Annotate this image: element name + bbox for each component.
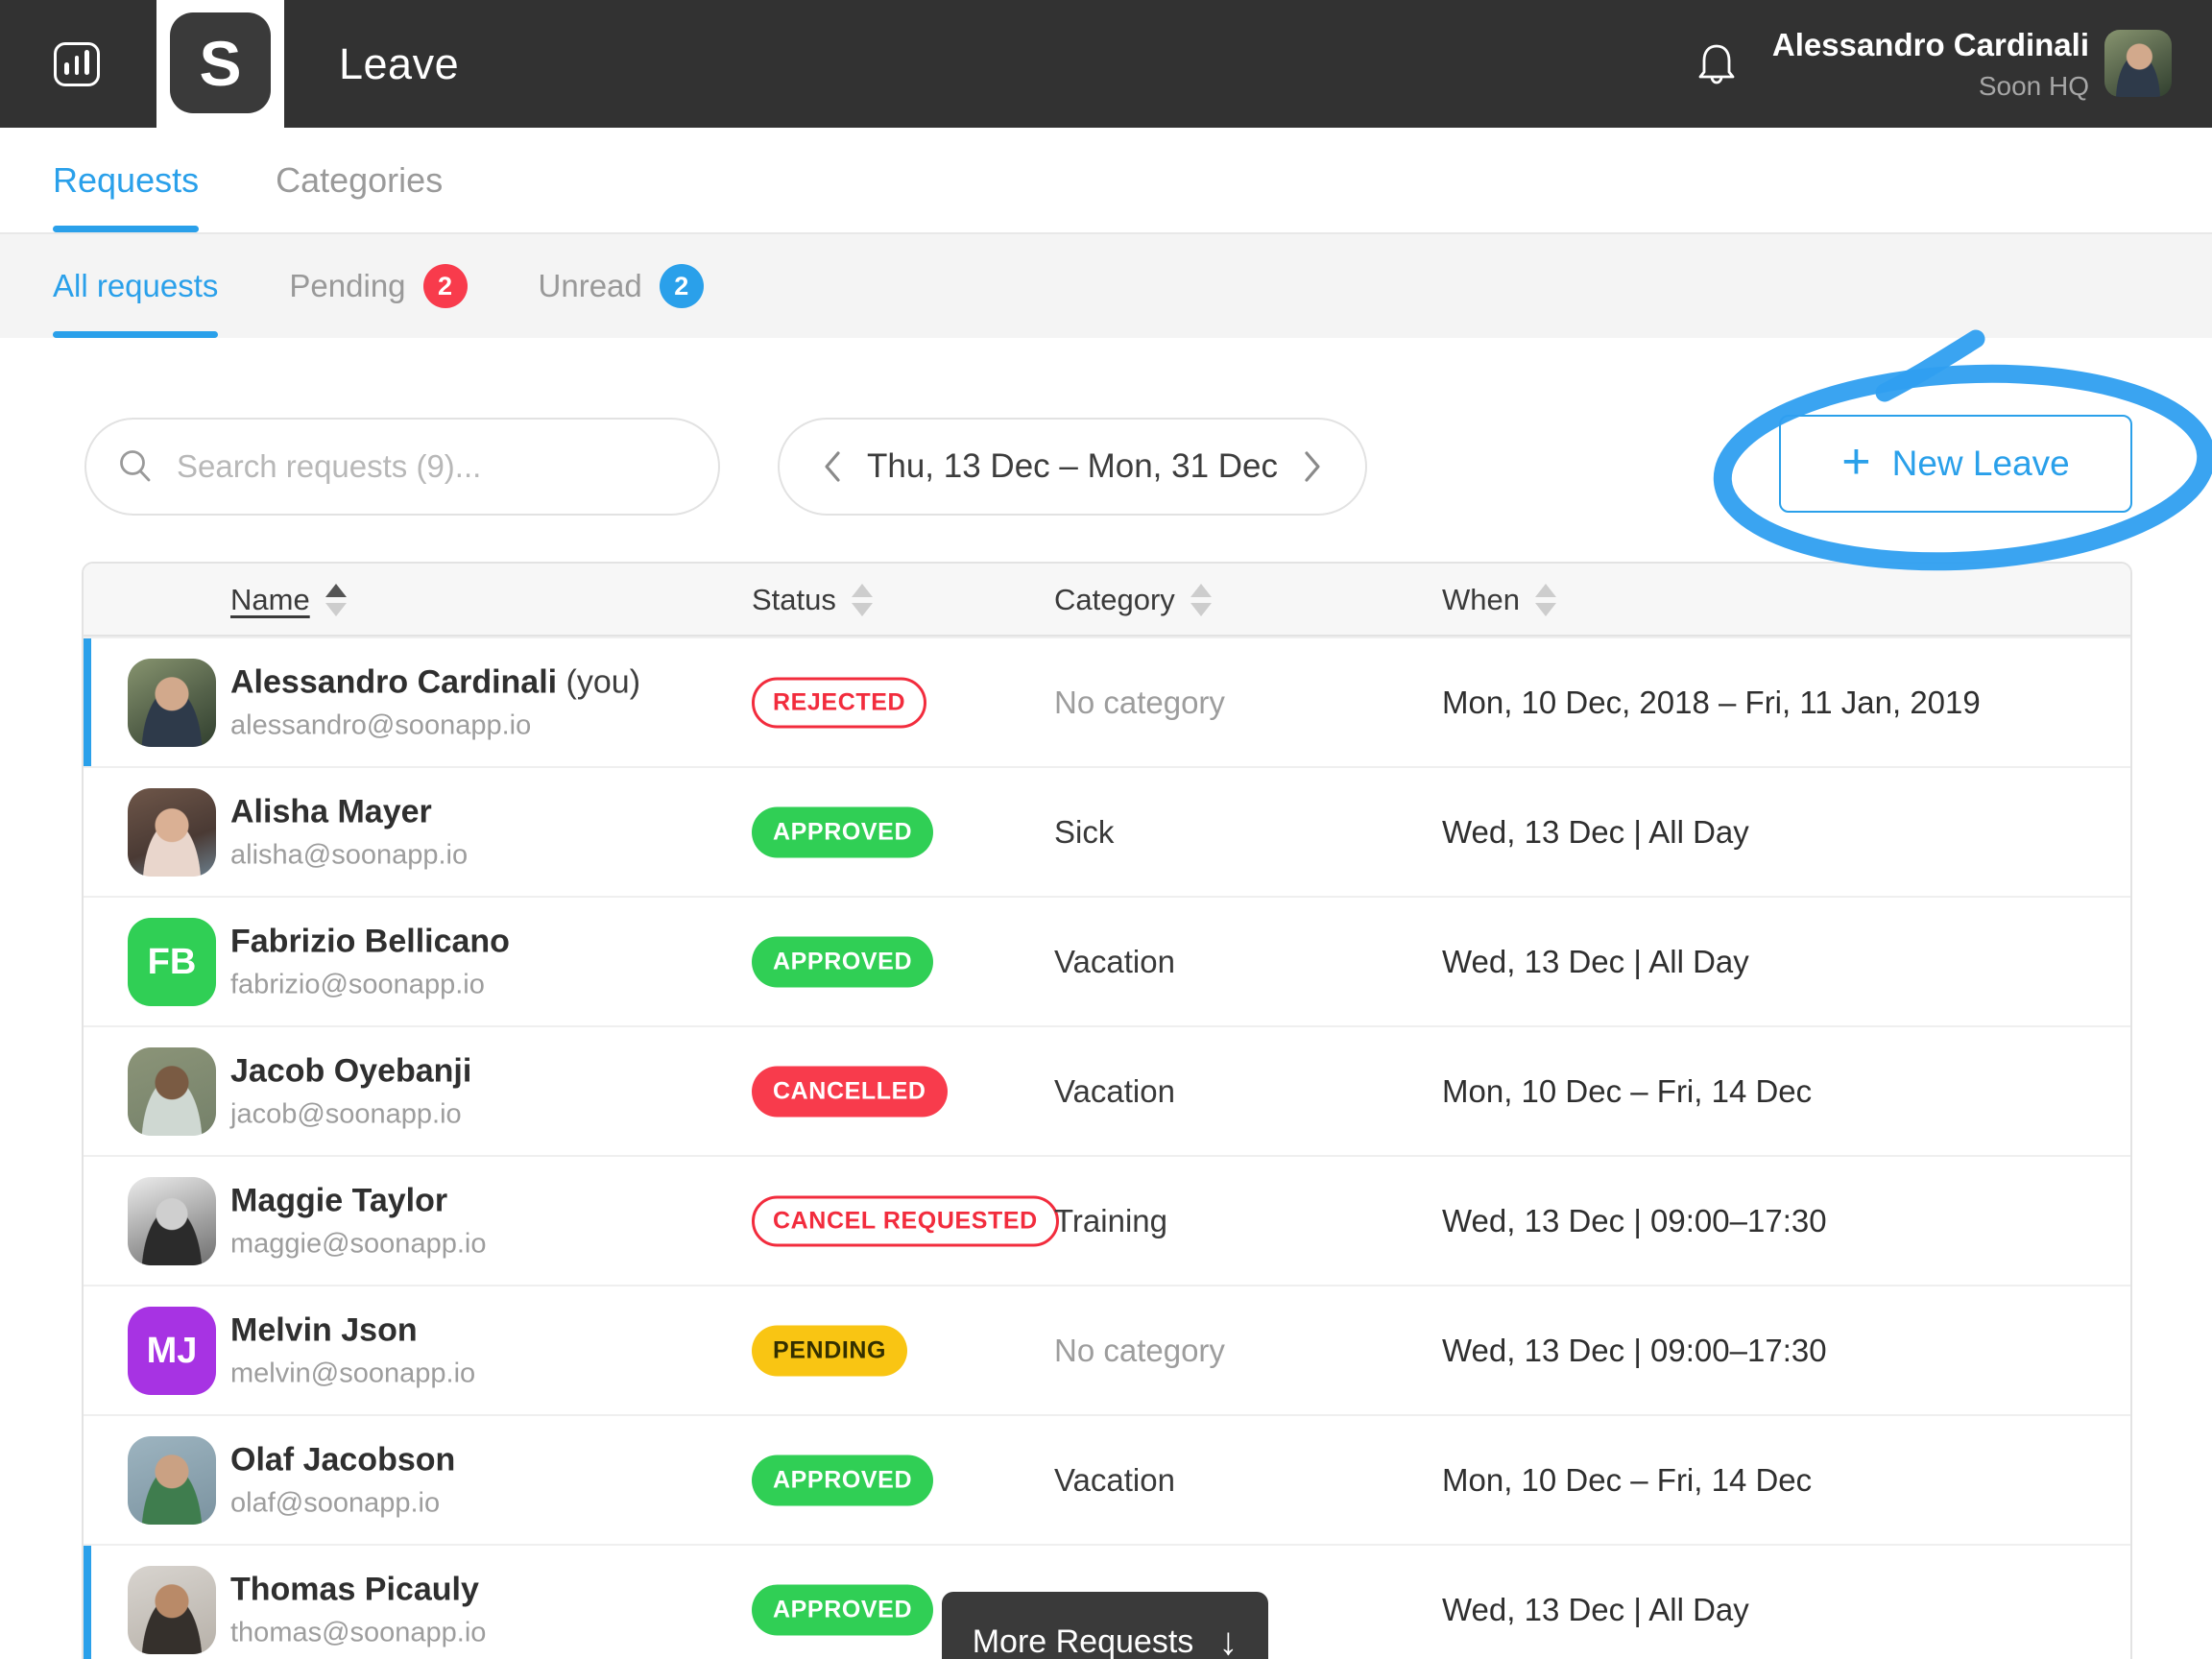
category-cell: Vacation [1054, 944, 1175, 980]
column-header-name[interactable]: Name [230, 564, 347, 637]
user-avatar[interactable] [2104, 30, 2172, 97]
when-cell: Wed, 13 Dec | All Day [1442, 944, 1749, 980]
avatar [128, 659, 216, 747]
when-cell: Mon, 10 Dec – Fri, 14 Dec [1442, 1073, 1812, 1110]
status-badge: APPROVED [752, 1584, 933, 1635]
avatar [128, 1177, 216, 1265]
avatar-initials: MJ [128, 1307, 216, 1395]
category-cell: No category [1054, 1333, 1225, 1369]
requester-name-cell: Maggie Taylor maggie@soonapp.io [230, 1182, 486, 1260]
table-header: Name Status Category When [84, 564, 2130, 637]
filter-all-requests[interactable]: All requests [53, 234, 218, 338]
requester-name-cell: Fabrizio Bellicano fabrizio@soonapp.io [230, 923, 510, 1000]
status-badge: APPROVED [752, 1455, 933, 1505]
requester-name-cell: Thomas Picauly thomas@soonapp.io [230, 1571, 486, 1648]
primary-tabs: Requests Categories [0, 128, 2212, 232]
status-badge: CANCELLED [752, 1066, 948, 1117]
leave-page: S Leave Alessandro Cardinali Soon HQ Req… [0, 0, 2212, 1659]
page-title: Leave [339, 0, 459, 128]
status-badge: APPROVED [752, 936, 933, 987]
avatar [128, 1566, 216, 1654]
app-logo-tab[interactable]: S [156, 0, 284, 143]
avatar [128, 788, 216, 877]
status-badge: PENDING [752, 1325, 907, 1376]
requester-name-cell: Alisha Mayer alisha@soonapp.io [230, 793, 468, 871]
requester-name-cell: Jacob Oyebanji jacob@soonapp.io [230, 1052, 471, 1130]
new-leave-label: New Leave [1892, 444, 2070, 484]
arrow-down-icon: ↓ [1218, 1621, 1238, 1659]
sort-arrows-icon[interactable] [325, 584, 347, 616]
table-row[interactable]: Olaf Jacobson olaf@soonapp.io APPROVED V… [84, 1414, 2130, 1544]
sort-arrows-icon[interactable] [1190, 584, 1212, 616]
status-badge: CANCEL REQUESTED [752, 1195, 1059, 1246]
sort-arrows-icon[interactable] [852, 584, 873, 616]
table-row[interactable]: Alisha Mayer alisha@soonapp.io APPROVED … [84, 766, 2130, 896]
top-bar: S Leave Alessandro Cardinali Soon HQ [0, 0, 2212, 128]
date-range-navigator: Thu, 13 Dec – Mon, 31 Dec [778, 418, 1367, 516]
new-leave-button[interactable]: + New Leave [1779, 415, 2132, 513]
when-cell: Wed, 13 Dec | All Day [1442, 814, 1749, 851]
filter-pending-label: Pending [289, 268, 405, 304]
more-requests-button[interactable]: More Requests ↓ [942, 1592, 1268, 1659]
category-cell: No category [1054, 685, 1225, 721]
requests-table: Name Status Category When Alessandro Car… [82, 562, 2132, 1659]
requester-name-cell: Melvin Json melvin@soonapp.io [230, 1311, 475, 1389]
when-cell: Mon, 10 Dec, 2018 – Fri, 11 Jan, 2019 [1442, 685, 1981, 721]
category-cell: Training [1054, 1203, 1167, 1239]
date-range-label[interactable]: Thu, 13 Dec – Mon, 31 Dec [867, 447, 1278, 486]
when-cell: Wed, 13 Dec | 09:00–17:30 [1442, 1333, 1827, 1369]
search-input[interactable] [177, 448, 687, 485]
tab-requests[interactable]: Requests [53, 128, 199, 232]
plus-icon: + [1841, 437, 1870, 487]
avatar-initials: FB [128, 918, 216, 1006]
table-row[interactable]: Jacob Oyebanji jacob@soonapp.io CANCELLE… [84, 1025, 2130, 1155]
pending-count-badge: 2 [423, 264, 468, 308]
table-row[interactable]: MJ Melvin Json melvin@soonapp.io PENDING… [84, 1285, 2130, 1414]
avatar [128, 1047, 216, 1136]
status-badge: REJECTED [752, 677, 926, 728]
requester-name-cell: Alessandro Cardinali (you) alessandro@so… [230, 663, 640, 741]
filter-tabs: All requests Pending 2 Unread 2 [0, 232, 2212, 338]
category-cell: Vacation [1054, 1462, 1175, 1499]
filter-pending[interactable]: Pending 2 [289, 234, 467, 338]
category-cell: Vacation [1054, 1073, 1175, 1110]
table-row[interactable]: Alessandro Cardinali (you) alessandro@so… [84, 637, 2130, 766]
notifications-bell-icon[interactable] [1695, 42, 1738, 88]
avatar [128, 1436, 216, 1525]
filter-unread[interactable]: Unread 2 [539, 234, 704, 338]
next-range-icon[interactable] [1300, 447, 1325, 486]
when-cell: Mon, 10 Dec – Fri, 14 Dec [1442, 1462, 1812, 1499]
search-icon [117, 448, 154, 485]
tab-categories[interactable]: Categories [276, 128, 443, 232]
column-header-status[interactable]: Status [752, 564, 873, 637]
previous-range-icon[interactable] [820, 447, 845, 486]
column-header-when[interactable]: When [1442, 564, 1556, 637]
sort-arrows-icon[interactable] [1535, 584, 1556, 616]
when-cell: Wed, 13 Dec | 09:00–17:30 [1442, 1203, 1827, 1239]
user-name: Alessandro Cardinali [1772, 27, 2089, 63]
requester-name-cell: Olaf Jacobson olaf@soonapp.io [230, 1441, 455, 1519]
unread-count-badge: 2 [660, 264, 704, 308]
user-organization: Soon HQ [1979, 71, 2089, 102]
category-cell: Sick [1054, 814, 1114, 851]
column-header-category[interactable]: Category [1054, 564, 1212, 637]
more-requests-label: More Requests [973, 1623, 1194, 1659]
status-badge: APPROVED [752, 806, 933, 857]
table-row[interactable]: FB Fabrizio Bellicano fabrizio@soonapp.i… [84, 896, 2130, 1025]
filter-unread-label: Unread [539, 268, 642, 304]
sidebar-toggle-icon[interactable] [54, 42, 100, 86]
soon-logo[interactable]: S [170, 12, 271, 113]
user-menu[interactable]: Alessandro Cardinali Soon HQ [1772, 0, 2089, 128]
table-row[interactable]: Maggie Taylor maggie@soonapp.io CANCEL R… [84, 1155, 2130, 1285]
when-cell: Wed, 13 Dec | All Day [1442, 1592, 1749, 1628]
search-requests-box[interactable] [84, 418, 720, 516]
